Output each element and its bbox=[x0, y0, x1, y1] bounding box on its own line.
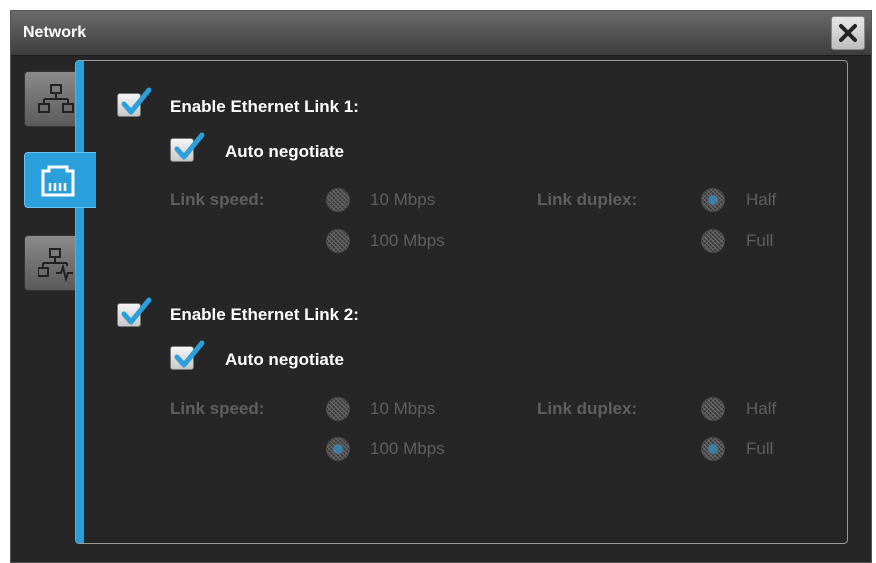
enable-link2-label: Enable Ethernet Link 2: bbox=[170, 305, 359, 324]
close-button[interactable] bbox=[831, 16, 865, 50]
link1-speed-100-label: 100 Mbps bbox=[370, 231, 445, 250]
checkmark-icon bbox=[174, 340, 205, 368]
link1-duplex-half-label: Half bbox=[746, 190, 777, 209]
link1-duplex-full-label: Full bbox=[746, 231, 774, 250]
tab-ethernet[interactable] bbox=[24, 152, 96, 208]
link2-duplex-half-radio[interactable] bbox=[701, 397, 725, 421]
checkmark-icon bbox=[174, 132, 205, 160]
checkmark-icon bbox=[121, 297, 152, 325]
checkmark-icon bbox=[121, 87, 152, 115]
link2-speed-100-radio[interactable] bbox=[326, 437, 350, 461]
link2-duplex-half-label: Half bbox=[746, 399, 777, 418]
link1-speed-10-radio[interactable] bbox=[326, 188, 350, 212]
link2-duplex-full-label: Full bbox=[746, 439, 774, 458]
tab-accent-bar bbox=[76, 61, 84, 543]
auto-negotiate-link1-label: Auto negotiate bbox=[225, 142, 344, 161]
link2-speed-10-label: 10 Mbps bbox=[370, 399, 436, 418]
enable-link2-checkbox[interactable] bbox=[117, 297, 152, 327]
network-topology-icon bbox=[38, 84, 74, 113]
link1-duplex-label: Link duplex: bbox=[537, 190, 638, 209]
enable-link1-label: Enable Ethernet Link 1: bbox=[170, 97, 359, 116]
link1-speed-10-label: 10 Mbps bbox=[370, 190, 436, 209]
link2-duplex-full-radio[interactable] bbox=[701, 437, 725, 461]
auto-negotiate-link2-checkbox[interactable] bbox=[170, 340, 205, 370]
link1-speed-label: Link speed: bbox=[170, 190, 265, 209]
dialog-title: Network bbox=[23, 24, 87, 41]
link1-speed-100-radio[interactable] bbox=[326, 229, 350, 253]
auto-negotiate-link1-checkbox[interactable] bbox=[170, 132, 205, 162]
enable-link1-checkbox[interactable] bbox=[117, 87, 152, 117]
link2-speed-100-label: 100 Mbps bbox=[370, 439, 445, 458]
auto-negotiate-link2-label: Auto negotiate bbox=[225, 350, 344, 369]
link1-duplex-full-radio[interactable] bbox=[701, 229, 725, 253]
title-bar: Network bbox=[11, 11, 871, 56]
network-diagnostics-icon bbox=[38, 248, 73, 282]
link2-duplex-label: Link duplex: bbox=[537, 399, 638, 418]
close-icon bbox=[839, 24, 857, 42]
link1-duplex-half-radio[interactable] bbox=[701, 188, 725, 212]
link2-speed-label: Link speed: bbox=[170, 399, 265, 418]
link2-speed-10-radio[interactable] bbox=[326, 397, 350, 421]
ethernet-port-icon bbox=[41, 165, 75, 197]
